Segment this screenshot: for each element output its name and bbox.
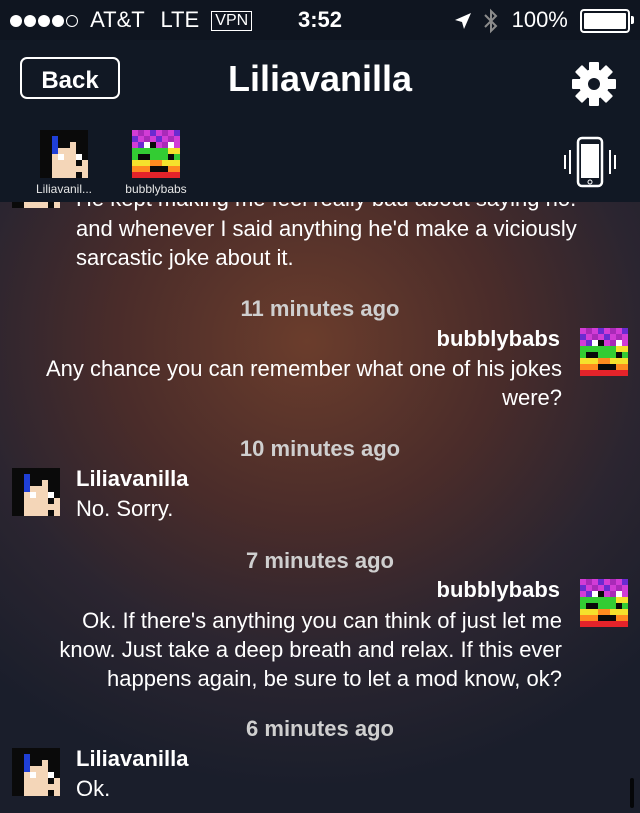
message-list[interactable]: He kept making me feel really bad about … bbox=[0, 202, 640, 813]
bubblybabs-avatar bbox=[580, 328, 628, 376]
participant-name: Liliavanil... bbox=[35, 182, 93, 196]
message-line: Ok. If there's anything you can think of… bbox=[82, 608, 562, 633]
message-line: and whenever I said anything he'd make a… bbox=[76, 216, 577, 241]
message-line: Ok. bbox=[76, 776, 111, 801]
message-line: know. Just take a deep breath and relax.… bbox=[59, 637, 562, 662]
status-bar: AT&T LTE VPN 3:52 100% bbox=[0, 0, 640, 40]
bubblybabs-avatar bbox=[580, 579, 628, 627]
participants-bar: Liliavanil... bubblybabs bbox=[0, 124, 640, 202]
gear-icon[interactable] bbox=[570, 60, 618, 108]
bubblybabs-avatar bbox=[132, 130, 180, 178]
navigation-bar: Back Liliavanilla bbox=[0, 40, 640, 124]
message-timestamp: 7 minutes ago bbox=[246, 548, 394, 573]
status-right: 100% bbox=[453, 0, 634, 40]
message-line: He kept making me feel really bad about … bbox=[76, 202, 576, 213]
message-timestamp: 10 minutes ago bbox=[239, 436, 401, 461]
liliavanilla-avatar bbox=[40, 130, 88, 178]
participant-liliavanilla[interactable]: Liliavanil... bbox=[26, 130, 102, 196]
phone-vibrate-icon[interactable] bbox=[560, 136, 620, 190]
liliavanilla-avatar bbox=[12, 202, 60, 208]
message-sender: Liliavanilla bbox=[76, 746, 189, 771]
message-line: happens again, be sure to let a mod know… bbox=[107, 666, 562, 691]
message-timestamp: 6 minutes ago bbox=[246, 716, 394, 741]
participant-name: bubblybabs bbox=[125, 182, 187, 196]
scroll-indicator[interactable] bbox=[630, 778, 634, 808]
liliavanilla-avatar bbox=[12, 748, 60, 796]
location-arrow-icon bbox=[455, 13, 472, 30]
message-line: Any chance you can remember what one of … bbox=[45, 356, 562, 381]
participant-bubblybabs[interactable]: bubblybabs bbox=[118, 130, 194, 196]
message-line: No. Sorry. bbox=[76, 496, 174, 521]
message-sender: bubblybabs bbox=[436, 326, 560, 351]
bluetooth-icon bbox=[484, 8, 498, 34]
message-line: sarcastic joke about it. bbox=[76, 245, 294, 270]
conversation-title: Liliavanilla bbox=[227, 58, 413, 99]
battery-percent: 100% bbox=[511, 7, 568, 32]
message-timestamp: 11 minutes ago bbox=[240, 296, 400, 321]
message-sender: Liliavanilla bbox=[76, 466, 189, 491]
message-sender: bubblybabs bbox=[436, 577, 560, 602]
liliavanilla-avatar bbox=[12, 468, 60, 516]
battery-icon bbox=[580, 9, 634, 34]
message-line: were? bbox=[502, 385, 562, 410]
